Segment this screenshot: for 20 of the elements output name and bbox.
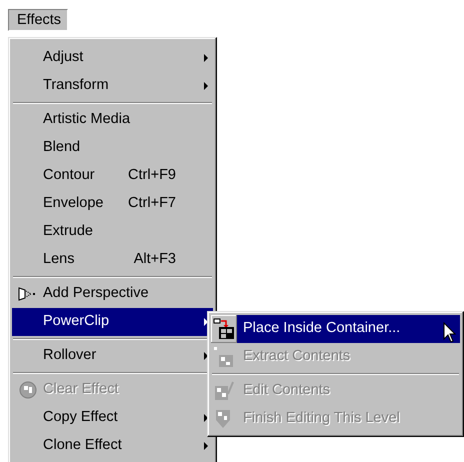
menu-item[interactable]: Copy Effect xyxy=(12,404,213,432)
menu-item[interactable]: Adjust xyxy=(12,44,213,72)
menu-item[interactable]: PowerClip xyxy=(12,308,213,336)
menu-item[interactable]: Place Inside Container... xyxy=(211,315,460,343)
menu-item[interactable]: Contour Ctrl+F9 xyxy=(12,162,213,190)
menu-item[interactable]: Lens Alt+F3 xyxy=(12,246,213,274)
mouse-cursor-icon xyxy=(443,322,457,344)
container-icon xyxy=(213,346,235,368)
menu-bar-item[interactable]: Effects xyxy=(8,9,68,31)
menu-item[interactable]: Clone Effect xyxy=(12,432,213,460)
pencil-icon xyxy=(213,380,235,402)
menu-item[interactable]: Extrude xyxy=(12,218,213,246)
container-icon xyxy=(213,318,235,340)
menu-item[interactable]: Add Perspective xyxy=(12,280,213,308)
menu-item[interactable]: Rollover xyxy=(12,342,213,370)
circle-icon xyxy=(18,380,38,400)
menu-item[interactable]: Envelope Ctrl+F7 xyxy=(12,190,213,218)
menu-item[interactable]: Blend xyxy=(12,134,213,162)
menu-item[interactable]: Transform xyxy=(12,72,213,100)
menu-item[interactable]: Artistic Media xyxy=(12,106,213,134)
